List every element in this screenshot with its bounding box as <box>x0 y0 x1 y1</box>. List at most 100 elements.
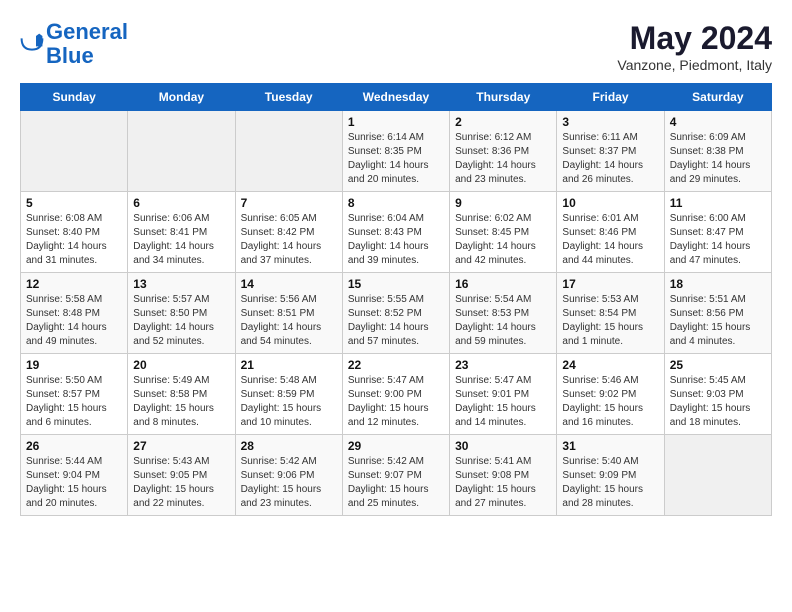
calendar-cell: 28 Sunrise: 5:42 AM Sunset: 9:06 PM Dayli… <box>235 435 342 516</box>
day-info: Sunrise: 5:49 AM Sunset: 8:58 PM Dayligh… <box>133 374 229 430</box>
calendar-cell <box>21 111 128 192</box>
day-number: 18 <box>670 277 766 291</box>
calendar-cell: 23 Sunrise: 5:47 AM Sunset: 9:01 PM Dayli… <box>450 354 557 435</box>
calendar-cell: 30Sunrise: 5:41 AM Sunset: 9:08 PM Dayli… <box>450 435 557 516</box>
day-info: Sunrise: 5:58 AM Sunset: 8:48 PM Dayligh… <box>26 293 122 349</box>
day-number: 12 <box>26 277 122 291</box>
day-number: 23 <box>455 358 551 372</box>
day-info: Sunrise: 6:14 AM Sunset: 8:35 PM Dayligh… <box>348 131 444 187</box>
day-info: Sunrise: 5:57 AM Sunset: 8:50 PM Dayligh… <box>133 293 229 349</box>
title-block: May 2024 Vanzone, Piedmont, Italy <box>617 20 772 73</box>
calendar-cell: 16 Sunrise: 5:54 AM Sunset: 8:53 PM Dayli… <box>450 273 557 354</box>
calendar-cell: 3Sunrise: 6:11 AM Sunset: 8:37 PM Daylig… <box>557 111 664 192</box>
day-number: 21 <box>241 358 337 372</box>
day-info: Sunrise: 6:12 AM Sunset: 8:36 PM Dayligh… <box>455 131 551 187</box>
calendar-cell: 19 Sunrise: 5:50 AM Sunset: 8:57 PM Dayli… <box>21 354 128 435</box>
day-number: 29 <box>348 439 444 453</box>
day-info: Sunrise: 6:05 AM Sunset: 8:42 PM Dayligh… <box>241 212 337 268</box>
calendar-cell <box>128 111 235 192</box>
day-info: Sunrise: 5:50 AM Sunset: 8:57 PM Dayligh… <box>26 374 122 430</box>
day-of-week-header: Thursday <box>450 84 557 111</box>
day-info: Sunrise: 5:40 AM Sunset: 9:09 PM Dayligh… <box>562 455 658 511</box>
day-info: Sunrise: 6:06 AM Sunset: 8:41 PM Dayligh… <box>133 212 229 268</box>
day-info: Sunrise: 6:04 AM Sunset: 8:43 PM Dayligh… <box>348 212 444 268</box>
day-info: Sunrise: 5:51 AM Sunset: 8:56 PM Dayligh… <box>670 293 766 349</box>
calendar-cell: 20 Sunrise: 5:49 AM Sunset: 8:58 PM Dayli… <box>128 354 235 435</box>
calendar-cell <box>235 111 342 192</box>
day-number: 22 <box>348 358 444 372</box>
day-of-week-header: Sunday <box>21 84 128 111</box>
calendar-cell: 21 Sunrise: 5:48 AM Sunset: 8:59 PM Dayli… <box>235 354 342 435</box>
day-info: Sunrise: 5:46 AM Sunset: 9:02 PM Dayligh… <box>562 374 658 430</box>
logo-icon <box>20 32 44 56</box>
day-info: Sunrise: 5:42 AM Sunset: 9:06 PM Dayligh… <box>241 455 337 511</box>
day-info: Sunrise: 5:54 AM Sunset: 8:53 PM Dayligh… <box>455 293 551 349</box>
day-number: 3 <box>562 115 658 129</box>
day-info: Sunrise: 5:53 AM Sunset: 8:54 PM Dayligh… <box>562 293 658 349</box>
calendar-cell: 10 Sunrise: 6:01 AM Sunset: 8:46 PM Dayli… <box>557 192 664 273</box>
calendar-cell: 14Sunrise: 5:56 AM Sunset: 8:51 PM Dayli… <box>235 273 342 354</box>
calendar-cell: 11 Sunrise: 6:00 AM Sunset: 8:47 PM Dayli… <box>664 192 771 273</box>
logo-text: General Blue <box>46 20 128 68</box>
day-number: 26 <box>26 439 122 453</box>
day-number: 4 <box>670 115 766 129</box>
logo-line2: Blue <box>46 43 94 68</box>
calendar-cell: 15 Sunrise: 5:55 AM Sunset: 8:52 PM Dayli… <box>342 273 449 354</box>
day-number: 28 <box>241 439 337 453</box>
calendar-cell: 4 Sunrise: 6:09 AM Sunset: 8:38 PM Daylig… <box>664 111 771 192</box>
day-info: Sunrise: 6:08 AM Sunset: 8:40 PM Dayligh… <box>26 212 122 268</box>
calendar-cell <box>664 435 771 516</box>
day-number: 5 <box>26 196 122 210</box>
day-info: Sunrise: 5:47 AM Sunset: 9:00 PM Dayligh… <box>348 374 444 430</box>
calendar-cell: 13 Sunrise: 5:57 AM Sunset: 8:50 PM Dayli… <box>128 273 235 354</box>
calendar-cell: 17 Sunrise: 5:53 AM Sunset: 8:54 PM Dayli… <box>557 273 664 354</box>
day-info: Sunrise: 6:02 AM Sunset: 8:45 PM Dayligh… <box>455 212 551 268</box>
day-info: Sunrise: 5:47 AM Sunset: 9:01 PM Dayligh… <box>455 374 551 430</box>
day-number: 7 <box>241 196 337 210</box>
calendar-cell: 5 Sunrise: 6:08 AM Sunset: 8:40 PM Daylig… <box>21 192 128 273</box>
day-of-week-header: Wednesday <box>342 84 449 111</box>
day-number: 13 <box>133 277 229 291</box>
calendar-cell: 26 Sunrise: 5:44 AM Sunset: 9:04 PM Dayli… <box>21 435 128 516</box>
day-number: 15 <box>348 277 444 291</box>
day-number: 20 <box>133 358 229 372</box>
day-info: Sunrise: 5:55 AM Sunset: 8:52 PM Dayligh… <box>348 293 444 349</box>
calendar-cell: 18 Sunrise: 5:51 AM Sunset: 8:56 PM Dayli… <box>664 273 771 354</box>
day-number: 30 <box>455 439 551 453</box>
day-info: Sunrise: 5:44 AM Sunset: 9:04 PM Dayligh… <box>26 455 122 511</box>
day-number: 11 <box>670 196 766 210</box>
calendar-cell: 12 Sunrise: 5:58 AM Sunset: 8:48 PM Dayli… <box>21 273 128 354</box>
day-number: 19 <box>26 358 122 372</box>
day-of-week-header: Friday <box>557 84 664 111</box>
calendar-cell: 2Sunrise: 6:12 AM Sunset: 8:36 PM Daylig… <box>450 111 557 192</box>
day-info: Sunrise: 6:00 AM Sunset: 8:47 PM Dayligh… <box>670 212 766 268</box>
day-info: Sunrise: 5:42 AM Sunset: 9:07 PM Dayligh… <box>348 455 444 511</box>
calendar-cell: 22 Sunrise: 5:47 AM Sunset: 9:00 PM Dayli… <box>342 354 449 435</box>
day-info: Sunrise: 5:56 AM Sunset: 8:51 PM Dayligh… <box>241 293 337 349</box>
calendar-cell: 7 Sunrise: 6:05 AM Sunset: 8:42 PM Daylig… <box>235 192 342 273</box>
day-number: 6 <box>133 196 229 210</box>
day-number: 16 <box>455 277 551 291</box>
day-number: 10 <box>562 196 658 210</box>
day-of-week-header: Monday <box>128 84 235 111</box>
logo: General Blue <box>20 20 128 68</box>
location-subtitle: Vanzone, Piedmont, Italy <box>617 57 772 73</box>
day-of-week-header: Tuesday <box>235 84 342 111</box>
month-title: May 2024 <box>617 20 772 57</box>
day-number: 1 <box>348 115 444 129</box>
calendar-cell: 1 Sunrise: 6:14 AM Sunset: 8:35 PM Daylig… <box>342 111 449 192</box>
day-of-week-header: Saturday <box>664 84 771 111</box>
day-number: 25 <box>670 358 766 372</box>
day-info: Sunrise: 5:48 AM Sunset: 8:59 PM Dayligh… <box>241 374 337 430</box>
calendar-cell: 25 Sunrise: 5:45 AM Sunset: 9:03 PM Dayli… <box>664 354 771 435</box>
calendar-cell: 31 Sunrise: 5:40 AM Sunset: 9:09 PM Dayli… <box>557 435 664 516</box>
day-number: 31 <box>562 439 658 453</box>
page-header: General Blue May 2024 Vanzone, Piedmont,… <box>20 20 772 73</box>
calendar-cell: 24Sunrise: 5:46 AM Sunset: 9:02 PM Dayli… <box>557 354 664 435</box>
day-number: 17 <box>562 277 658 291</box>
calendar-cell: 9Sunrise: 6:02 AM Sunset: 8:45 PM Daylig… <box>450 192 557 273</box>
day-info: Sunrise: 6:09 AM Sunset: 8:38 PM Dayligh… <box>670 131 766 187</box>
day-info: Sunrise: 5:45 AM Sunset: 9:03 PM Dayligh… <box>670 374 766 430</box>
day-info: Sunrise: 6:01 AM Sunset: 8:46 PM Dayligh… <box>562 212 658 268</box>
day-number: 27 <box>133 439 229 453</box>
